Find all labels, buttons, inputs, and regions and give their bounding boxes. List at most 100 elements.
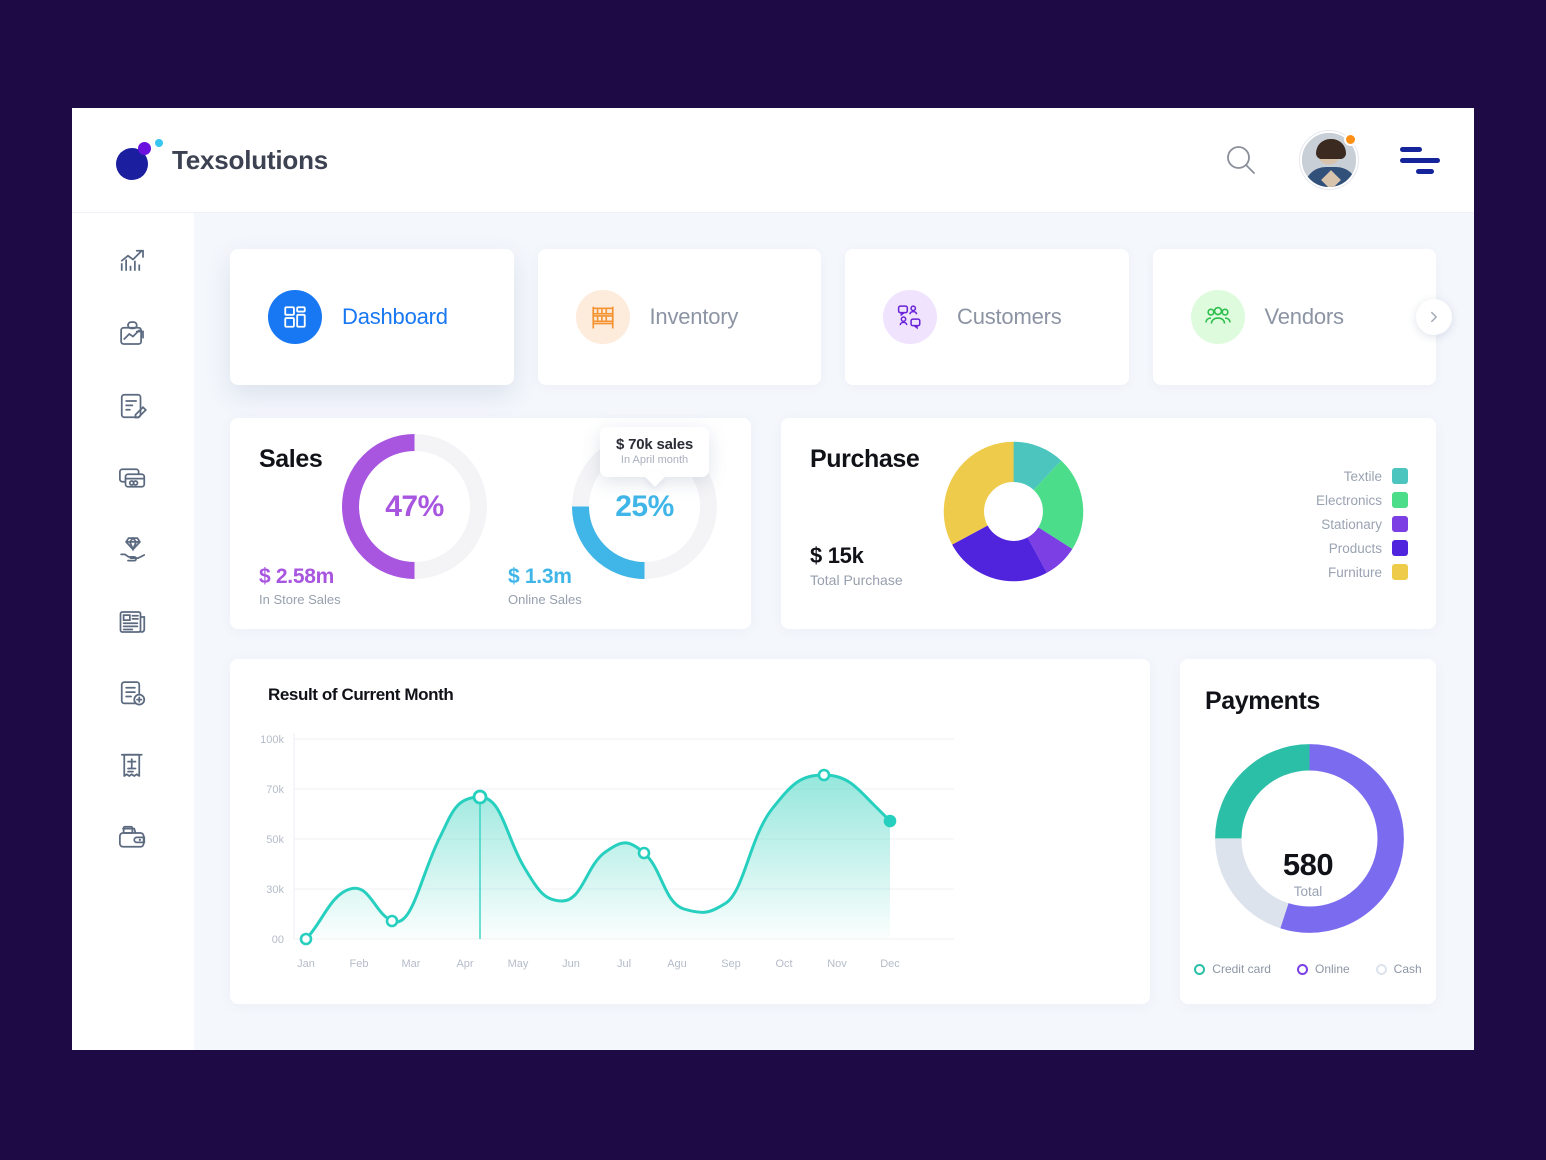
sidebar-item-credit-cards[interactable] <box>111 461 155 495</box>
customers-icon <box>897 305 921 330</box>
sales-online-metric: $ 1.3m Online Sales <box>508 565 582 607</box>
xtick-sep: Sep <box>721 958 741 970</box>
xtick-jun: Jun <box>562 958 580 970</box>
sales-gauge-instore: 47% <box>338 430 491 583</box>
sidebar-item-hand-diamond[interactable] <box>111 533 155 567</box>
data-point-jul[interactable] <box>637 846 651 860</box>
legend-ring-credit-card <box>1194 963 1206 975</box>
legend-item-products[interactable]: Products <box>1316 536 1408 560</box>
nav-card-customers[interactable]: Customers <box>845 249 1129 385</box>
logo-dot-cyan <box>155 139 163 147</box>
header-actions <box>1224 131 1440 189</box>
search-icon[interactable] <box>1224 143 1258 177</box>
purchase-legend: Textile Electronics Stationary Products … <box>1316 464 1408 584</box>
sales-gauge-online-pct: 25% <box>615 489 674 523</box>
data-point-nov[interactable] <box>817 768 831 782</box>
nav-card-label: Inventory <box>649 304 739 329</box>
menu-line-3 <box>1416 168 1434 174</box>
chevron-right-icon <box>1431 311 1437 323</box>
legend-label: Electronics <box>1315 492 1382 508</box>
ytick-70k: 70k <box>266 784 284 796</box>
legend-label: Textile <box>1343 468 1382 484</box>
document-add-icon <box>120 681 146 706</box>
sales-instore-caption: In Store Sales <box>259 592 341 607</box>
xtick-jan: Jan <box>297 958 315 970</box>
legend-label: Credit card <box>1212 962 1271 976</box>
vendors-group-icon <box>1204 306 1231 324</box>
nav-card-label: Customers <box>957 304 1062 329</box>
payments-title: Payments <box>1205 687 1320 715</box>
data-point-apr[interactable] <box>472 789 488 805</box>
tooltip-main-text: $ 70k sales <box>616 436 694 453</box>
payments-legend-cash[interactable]: Cash <box>1375 962 1422 976</box>
payments-donut <box>1208 737 1411 940</box>
sidebar-item-wallet[interactable] <box>111 821 155 855</box>
receipt-dollar-icon <box>120 753 143 777</box>
result-chart-title: Result of Current Month <box>268 685 454 704</box>
result-chart-card: Result of Current Month 100k 70k 50k 30k… <box>230 659 1150 1004</box>
purchase-donut-svg <box>943 441 1084 582</box>
menu-line-2 <box>1400 157 1440 163</box>
legend-label: Cash <box>1393 962 1422 976</box>
sales-instore-metric: $ 2.58m In Store Sales <box>259 565 341 607</box>
charts-row: Result of Current Month 100k 70k 50k 30k… <box>230 659 1436 1004</box>
app-body: Dashboard Inventory Customers Vendors Sa… <box>72 213 1474 1050</box>
ytick-100k: 100k <box>260 734 284 746</box>
customers-icon-badge <box>883 290 937 344</box>
legend-swatch <box>1392 492 1408 508</box>
wallet-icon <box>119 825 146 848</box>
legend-label: Furniture <box>1327 564 1382 580</box>
result-area-chart: 100k 70k 50k 30k 00 Jan Feb Mar Apr May … <box>260 733 954 970</box>
nav-card-row: Dashboard Inventory Customers Vendors <box>230 249 1452 385</box>
avatar-hair <box>1316 139 1346 159</box>
purchase-total-metric: $ 15k Total Purchase <box>810 543 903 588</box>
inventory-icon-badge <box>575 290 630 344</box>
xtick-mar: Mar <box>402 958 421 970</box>
xtick-nov: Nov <box>827 958 847 970</box>
xtick-oct: Oct <box>775 958 792 970</box>
analytics-secure-icon <box>120 321 144 345</box>
data-point-feb[interactable] <box>385 914 399 928</box>
logo-mark-icon <box>116 138 163 182</box>
sidebar-item-newspaper[interactable] <box>111 605 155 639</box>
nav-card-inventory[interactable]: Inventory <box>537 249 821 385</box>
legend-swatch <box>1392 468 1408 484</box>
dashboard-icon-badge <box>268 290 322 344</box>
sales-online-caption: Online Sales <box>508 592 582 607</box>
legend-item-furniture[interactable]: Furniture <box>1316 560 1408 584</box>
legend-item-electronics[interactable]: Electronics <box>1316 488 1408 512</box>
sidebar-item-chart-growth[interactable] <box>111 245 155 279</box>
notification-dot <box>1344 133 1357 146</box>
data-point-jan[interactable] <box>299 932 313 946</box>
payments-legend-credit-card[interactable]: Credit card <box>1194 962 1271 976</box>
hamburger-menu-icon[interactable] <box>1400 146 1440 174</box>
payments-donut-svg <box>1215 744 1404 933</box>
avatar-wrapper[interactable] <box>1300 131 1358 189</box>
chart-tooltip: $ 70k sales In April month <box>600 427 710 487</box>
purchase-total-label: Total Purchase <box>810 572 903 588</box>
data-point-dec[interactable] <box>883 814 897 828</box>
xtick-dec: Dec <box>880 958 900 970</box>
menu-line-1 <box>1400 146 1422 152</box>
legend-swatch <box>1392 516 1408 532</box>
nav-next-button[interactable] <box>1416 299 1452 335</box>
xtick-apr: Apr <box>456 958 473 970</box>
purchase-card: Purchase $ 15k Total Purchase Textile El… <box>781 418 1436 629</box>
xtick-feb: Feb <box>350 958 369 970</box>
brand-logo[interactable]: Texsolutions <box>116 138 328 182</box>
sidebar-item-document-add[interactable] <box>111 677 155 711</box>
shelf-icon <box>591 306 614 329</box>
sidebar-item-receipt-dollar[interactable] <box>111 749 155 783</box>
sidebar-item-analytics-secure[interactable] <box>111 317 155 351</box>
sales-gauge-instore-pct: 47% <box>385 489 444 523</box>
legend-item-stationary[interactable]: Stationary <box>1316 512 1408 536</box>
ytick-30k: 30k <box>266 884 284 896</box>
nav-card-dashboard[interactable]: Dashboard <box>230 249 514 385</box>
sales-online-amount: $ 1.3m <box>508 565 572 588</box>
nav-card-vendors[interactable]: Vendors <box>1152 249 1436 385</box>
hand-diamond-icon <box>120 536 146 562</box>
payments-legend-online[interactable]: Online <box>1296 962 1350 976</box>
legend-item-textile[interactable]: Textile <box>1316 464 1408 488</box>
sidebar-item-document-edit[interactable] <box>111 389 155 423</box>
legend-ring-cash <box>1375 963 1387 975</box>
